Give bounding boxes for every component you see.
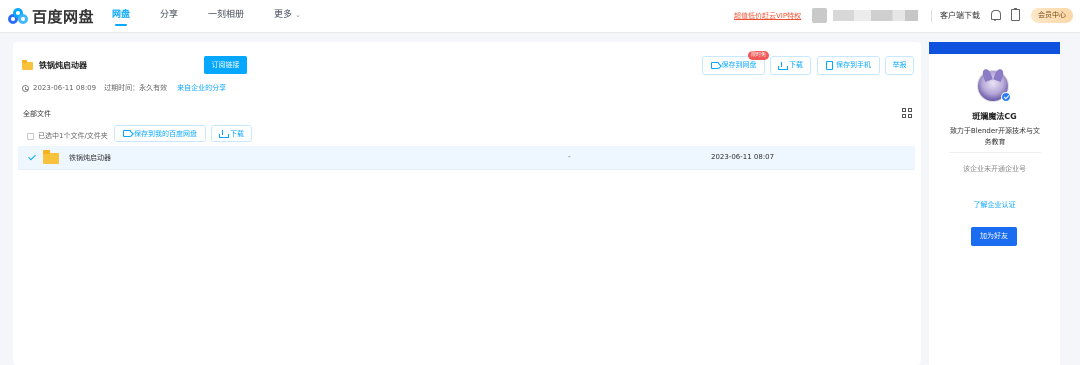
baidu-cloud-logo-icon (8, 7, 28, 26)
nav-tab-disk[interactable]: 网盘 (112, 0, 130, 32)
file-size: - (568, 153, 571, 161)
list-download-label: 下载 (230, 129, 244, 138)
notification-bell-icon[interactable] (990, 9, 1001, 21)
phone-icon (826, 61, 833, 70)
save-to-phone-label: 保存到手机 (836, 61, 871, 69)
limited-free-badge: 限时免 (748, 51, 770, 60)
clipboard-icon[interactable] (1011, 8, 1020, 21)
nav-tab-share[interactable]: 分享 (160, 0, 178, 32)
header-divider (931, 10, 932, 22)
folder-icon (43, 150, 59, 164)
selection-bar: 已选中1个文件/文件夹 (27, 131, 108, 141)
selected-count: 已选中1个文件/文件夹 (38, 132, 108, 140)
clock-icon (22, 84, 29, 92)
top-navigation-bar: 百度网盘 网盘 分享 一刻相册 更多 ⌄ 超值低价赶云VIP特权 客户端下载 会员… (0, 0, 1080, 33)
folder-icon (22, 60, 33, 70)
file-date: 2023-06-11 08:07 (711, 153, 775, 161)
subscribe-link-button[interactable]: 订阅链接 (204, 56, 247, 74)
share-title: 铁锅炖启动器 (39, 61, 87, 70)
grid-view-icon[interactable] (902, 108, 912, 118)
sharer-name: 斑斓魔法CG (972, 112, 1017, 121)
user-avatar[interactable] (812, 8, 827, 23)
share-expire-time: 过期时间：永久有效 (104, 84, 168, 92)
profile-divider (949, 152, 1041, 153)
row-checkbox-checked[interactable] (28, 153, 36, 161)
nav-tab-more[interactable]: 更多 ⌄ (274, 0, 301, 32)
download-button[interactable]: 下载 (770, 56, 811, 75)
enterprise-status: 该企业未开通企业号 (963, 165, 1026, 173)
user-name-redacted[interactable] (833, 10, 918, 21)
app-logo[interactable]: 百度网盘 (8, 6, 94, 27)
learn-enterprise-link[interactable]: 了解企业认证 (929, 200, 1060, 210)
download-label: 下载 (789, 61, 803, 69)
app-name: 百度网盘 (32, 8, 95, 26)
save-to-my-disk-label: 保存到我的百度网盘 (134, 129, 197, 138)
list-download-button[interactable]: 下载 (211, 125, 252, 142)
report-button[interactable]: 举报 (885, 56, 914, 75)
save-icon (123, 130, 131, 137)
enterprise-share-link[interactable]: 来自企业的分享 (177, 83, 226, 93)
share-created-time: 2023-06-11 08:09 (33, 84, 97, 92)
nav-more-label: 更多 (274, 10, 293, 20)
add-friend-button[interactable]: 加为好友 (971, 227, 1017, 246)
select-all-checkbox[interactable] (27, 132, 34, 140)
share-meta: 2023-06-11 08:09 过期时间：永久有效 来自企业的分享 (22, 83, 226, 93)
sharer-description: 致力于Blender开源技术与文务教育 (949, 127, 1041, 146)
nav-tab-album[interactable]: 一刻相册 (208, 0, 244, 32)
download-icon (778, 61, 788, 70)
breadcrumb[interactable]: 全部文件 (23, 109, 51, 119)
chevron-down-icon: ⌄ (295, 11, 301, 19)
verified-check-icon (1001, 92, 1011, 102)
sharer-profile-panel: 斑斓魔法CG 致力于Blender开源技术与文务教育 该企业未开通企业号 了解企… (929, 42, 1060, 365)
main-nav: 网盘 分享 一刻相册 更多 ⌄ (112, 0, 331, 32)
table-row[interactable]: 铁锅炖启动器 - 2023-06-11 08:07 (18, 146, 915, 170)
share-main-panel: 铁锅炖启动器 订阅链接 保存到网盘 限时免 下载 保存到手机 举报 2023-0… (13, 42, 921, 365)
client-download-link[interactable]: 客户端下载 (940, 10, 980, 21)
download-icon (219, 129, 229, 138)
member-center-button[interactable]: 会员中心 (1031, 8, 1073, 23)
file-name[interactable]: 铁锅炖启动器 (69, 153, 111, 163)
vip-promo-link[interactable]: 超值低价赶云VIP特权 (734, 11, 801, 21)
save-to-phone-button[interactable]: 保存到手机 (817, 56, 880, 75)
profile-banner (929, 42, 1060, 54)
save-to-my-disk-button[interactable]: 保存到我的百度网盘 (114, 125, 206, 142)
save-icon (710, 62, 719, 69)
